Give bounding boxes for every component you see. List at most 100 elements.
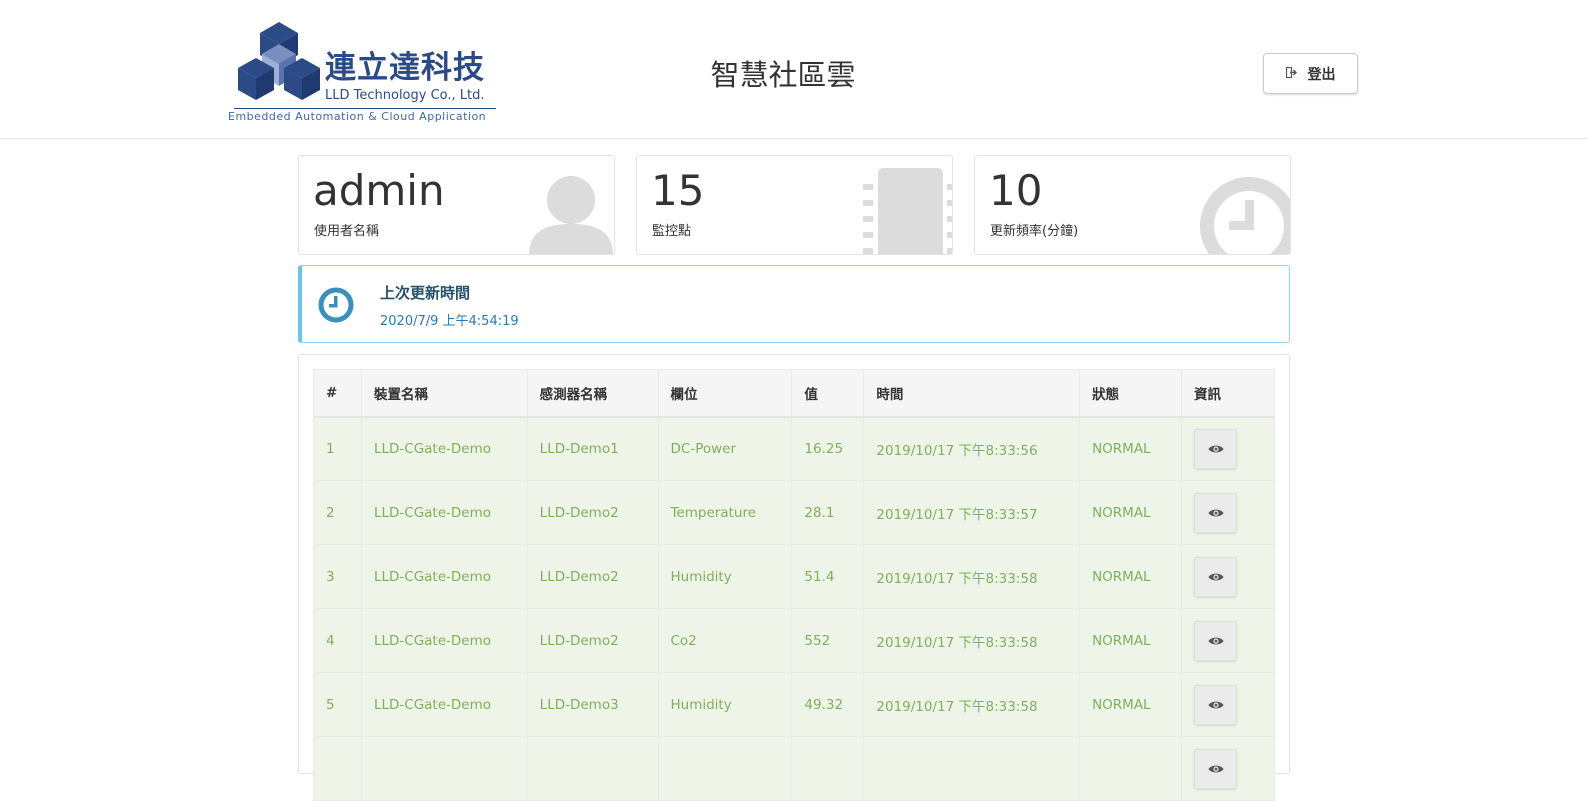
eye-icon (1208, 509, 1223, 516)
table-row: 1 LLD-CGate-Demo LLD-Demo1 DC-Power 16.2… (313, 416, 1275, 481)
logo-english-name: LLD Technology Co., Ltd. (325, 88, 485, 103)
cell-status: NORMAL (1079, 608, 1182, 673)
cell-sensor (526, 736, 659, 801)
view-details-button[interactable] (1194, 492, 1237, 533)
table-row: 2 LLD-CGate-Demo LLD-Demo2 Temperature 2… (313, 480, 1275, 545)
stat-label: 監控點 (652, 224, 692, 239)
view-details-button[interactable] (1194, 620, 1237, 661)
cell-device: LLD-CGate-Demo (360, 480, 528, 545)
logo-chinese-name: 連立達科技 (325, 50, 485, 86)
cell-status: NORMAL (1079, 544, 1182, 609)
cell-index: 3 (313, 544, 362, 609)
eye-icon (1208, 573, 1223, 580)
cell-info (1181, 480, 1275, 545)
cell-info (1181, 544, 1275, 609)
user-icon (529, 176, 613, 254)
cell-value (791, 736, 865, 801)
sensor-table: # 裝置名稱 感測器名稱 欄位 值 時間 狀態 資訊 1 LLD-CGate-D… (313, 369, 1275, 801)
column-header[interactable]: 狀態 (1079, 369, 1182, 418)
column-header[interactable]: 時間 (863, 369, 1081, 418)
eye-icon (1208, 637, 1223, 644)
table-row: 4 LLD-CGate-Demo LLD-Demo2 Co2 552 2019/… (313, 608, 1275, 673)
eye-icon (1208, 445, 1223, 453)
stat-card-update-frequency: 10 更新頻率(分鐘) (974, 155, 1291, 255)
logout-button[interactable]: 登出 (1263, 53, 1358, 94)
cell-value: 552 (791, 608, 865, 673)
cell-time: 2019/10/17 下午8:33:57 (863, 480, 1081, 545)
last-update-time: 2020/7/9 上午4:54:19 (380, 314, 519, 329)
site-title: 智慧社區雲 (710, 58, 856, 92)
logo-tagline: Embedded Automation & Cloud Application (228, 110, 487, 123)
cell-time: 2019/10/17 下午8:33:58 (863, 608, 1081, 673)
eye-icon (1208, 701, 1223, 708)
stat-label: 使用者名稱 (314, 224, 380, 239)
cell-status: NORMAL (1079, 416, 1182, 481)
cell-device: LLD-CGate-Demo (360, 544, 528, 609)
cell-device (360, 736, 528, 801)
logo-divider (234, 108, 496, 109)
cube-logo-icon (238, 22, 320, 100)
sensor-table-panel: # 裝置名稱 感測器名稱 欄位 值 時間 狀態 資訊 1 LLD-CGate-D… (298, 354, 1290, 801)
cell-time: 2019/10/17 下午8:33:58 (863, 544, 1081, 609)
cell-time (863, 736, 1081, 801)
stat-card-monitor-points: 15 監控點 (636, 155, 953, 255)
table-header-row: # 裝置名稱 感測器名稱 欄位 值 時間 狀態 資訊 (313, 369, 1275, 418)
clock-icon (1200, 177, 1290, 254)
cell-value: 51.4 (791, 544, 865, 609)
sign-out-icon (1285, 66, 1298, 81)
column-header[interactable]: 感測器名稱 (526, 369, 659, 418)
column-header[interactable]: 值 (791, 369, 865, 418)
cell-index: 4 (313, 608, 362, 673)
cell-sensor: LLD-Demo3 (526, 672, 659, 737)
cell-sensor: LLD-Demo1 (526, 416, 659, 481)
stat-label: 更新頻率(分鐘) (990, 224, 1079, 239)
stat-card-username: admin 使用者名稱 (298, 155, 615, 255)
view-details-button[interactable] (1194, 748, 1237, 789)
cell-field: DC-Power (657, 416, 793, 481)
chip-icon (863, 168, 952, 254)
stat-value: 10 (989, 166, 1043, 215)
cell-value: 16.25 (791, 416, 865, 481)
cell-info (1181, 416, 1275, 481)
view-details-button[interactable] (1194, 684, 1237, 725)
cell-status: NORMAL (1079, 672, 1182, 737)
column-header[interactable]: 裝置名稱 (360, 369, 528, 418)
company-logo[interactable]: 連立達科技 LLD Technology Co., Ltd. Embedded … (228, 18, 503, 128)
cell-info (1181, 608, 1275, 673)
cell-time: 2019/10/17 下午8:33:56 (863, 416, 1081, 481)
column-header[interactable]: 欄位 (657, 369, 793, 418)
cell-device: LLD-CGate-Demo (360, 608, 528, 673)
last-update-title: 上次更新時間 (380, 284, 471, 302)
table-row: 5 LLD-CGate-Demo LLD-Demo3 Humidity 49.3… (313, 672, 1275, 737)
cell-index: 5 (313, 672, 362, 737)
cell-field: Temperature (657, 480, 793, 545)
cell-status (1079, 736, 1182, 801)
table-row (313, 736, 1275, 801)
logout-label: 登出 (1307, 66, 1336, 83)
column-header[interactable]: 資訊 (1181, 369, 1275, 418)
cell-sensor: LLD-Demo2 (526, 608, 659, 673)
clock-icon (318, 287, 354, 323)
cell-device: LLD-CGate-Demo (360, 416, 528, 481)
view-details-button[interactable] (1194, 556, 1237, 597)
cell-value: 28.1 (791, 480, 865, 545)
cell-field: Co2 (657, 608, 793, 673)
cell-field: Humidity (657, 544, 793, 609)
cell-time: 2019/10/17 下午8:33:58 (863, 672, 1081, 737)
eye-icon (1208, 765, 1223, 772)
cell-sensor: LLD-Demo2 (526, 544, 659, 609)
cell-sensor: LLD-Demo2 (526, 480, 659, 545)
cell-status: NORMAL (1079, 480, 1182, 545)
cell-field: Humidity (657, 672, 793, 737)
cell-info (1181, 672, 1275, 737)
view-details-button[interactable] (1194, 428, 1237, 469)
cell-index (313, 736, 362, 801)
cell-index: 1 (313, 416, 362, 481)
top-bar: 連立達科技 LLD Technology Co., Ltd. Embedded … (0, 0, 1588, 139)
cell-index: 2 (313, 480, 362, 545)
column-header[interactable]: # (313, 369, 362, 418)
stat-value: 15 (651, 166, 705, 215)
cell-value: 49.32 (791, 672, 865, 737)
cell-device: LLD-CGate-Demo (360, 672, 528, 737)
table-row: 3 LLD-CGate-Demo LLD-Demo2 Humidity 51.4… (313, 544, 1275, 609)
